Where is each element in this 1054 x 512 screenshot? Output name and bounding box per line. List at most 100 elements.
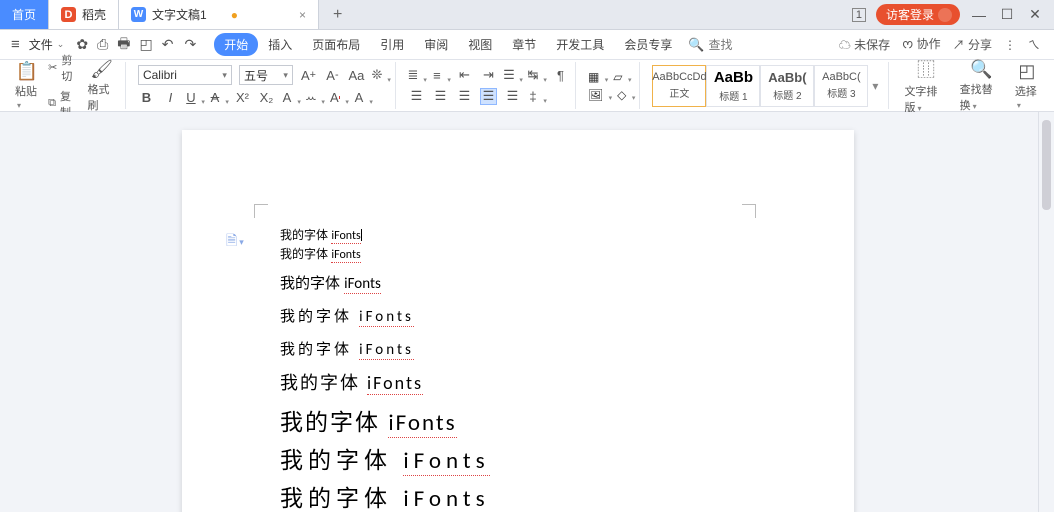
highlight-button[interactable]: ꕀ — [306, 89, 323, 106]
numbering-button[interactable]: ≡ — [432, 67, 449, 84]
window-maximize-button[interactable]: ☐ — [998, 6, 1016, 23]
share-button[interactable]: ↗ 分享 — [953, 36, 992, 53]
shape-button[interactable]: ◇ — [617, 88, 633, 102]
align-right-button[interactable]: ☰ — [456, 88, 473, 105]
login-button[interactable]: 访客登录 — [876, 4, 960, 25]
ribbon-tab-view[interactable]: 视图 — [458, 33, 502, 56]
style-label: 标题 2 — [773, 87, 801, 102]
doc-line: 我的字体 iFonts — [280, 245, 740, 262]
page-tag-icon[interactable]: 🗎▾ — [226, 230, 244, 254]
group-insertquick: ▦ ▱ 🖼 ◇ — [582, 62, 640, 109]
font-color-button[interactable]: A — [330, 89, 347, 106]
image-button[interactable]: 🖼 — [588, 88, 610, 102]
tabstop-button[interactable]: ↹ — [528, 67, 545, 84]
document-page[interactable]: 🗎▾ 我的字体 iFonts 我的字体 iFonts 我的字体 iFonts 我… — [182, 130, 854, 512]
tab-doc-label: 文字文稿1 — [152, 6, 207, 23]
select-button[interactable]: ◰ 选择 — [1012, 61, 1042, 111]
document-content[interactable]: 我的字体 iFonts 我的字体 iFonts 我的字体 iFonts 我的字体… — [280, 226, 740, 512]
borders-button[interactable]: ▦ — [588, 70, 606, 84]
align-center-button[interactable]: ☰ — [432, 88, 449, 105]
style-h1[interactable]: AaBb 标题 1 — [706, 65, 760, 107]
tab-close-icon[interactable]: × — [299, 8, 306, 22]
cut-icon: ✂ — [48, 61, 57, 74]
qa-redo-icon[interactable]: ↷ — [184, 36, 198, 53]
text-layout-icon: ⿲ — [917, 56, 935, 82]
style-h2[interactable]: AaBb( 标题 2 — [760, 65, 814, 107]
format-painter-button[interactable]: 🖌 格式刷 — [85, 59, 119, 113]
qa-print-icon[interactable]: 🖶 — [117, 33, 130, 57]
hamburger-icon[interactable]: ≡ — [8, 36, 23, 53]
select-icon: ◰ — [1018, 61, 1035, 82]
ribbon-tab-insert[interactable]: 插入 — [258, 33, 302, 56]
line-spacing-button[interactable]: ‡ — [528, 88, 545, 105]
ribbon-tab-start[interactable]: 开始 — [214, 33, 258, 56]
tab-shell[interactable]: D 稻壳 — [49, 0, 119, 29]
qa-save-icon[interactable]: ✿ — [76, 36, 88, 53]
superscript-button[interactable]: X² — [234, 89, 251, 106]
underline-button[interactable]: U — [186, 89, 203, 106]
qa-undo-icon[interactable]: ↶ — [162, 36, 176, 53]
find-replace-button[interactable]: 🔍 查找替换 — [957, 59, 1006, 113]
text-layout-button[interactable]: ⿲ 文字排版 — [901, 56, 950, 115]
more-icon[interactable]: ⋮ — [1004, 38, 1016, 52]
text-effects-button[interactable]: A — [282, 89, 299, 106]
new-tab-button[interactable]: + — [319, 0, 356, 29]
shading-button[interactable]: A — [354, 89, 371, 106]
style-h3[interactable]: AaBbC( 标题 3 — [814, 65, 868, 107]
doc-line: 我的字体 iFonts — [280, 403, 740, 437]
ribbon-tab-vip[interactable]: 会员专享 — [614, 33, 682, 56]
outdent-button[interactable]: ⇤ — [456, 67, 473, 84]
font-size-select[interactable]: 五号▾ — [239, 65, 293, 85]
cut-button[interactable]: ✂剪切 — [48, 52, 78, 84]
dirty-indicator-icon: ● — [231, 8, 238, 22]
ribbon-tab-ref[interactable]: 引用 — [370, 33, 414, 56]
bold-button[interactable]: B — [138, 89, 155, 106]
clear-format-icon[interactable]: ❊ — [372, 67, 389, 84]
format-painter-icon: 🖌 — [90, 59, 113, 80]
ribbon-tab-dev[interactable]: 开发工具 — [546, 33, 614, 56]
window-close-button[interactable]: ✕ — [1026, 6, 1044, 23]
style-normal[interactable]: AaBbCcDd 正文 — [652, 65, 706, 107]
align-dist-button[interactable]: ☰ — [504, 88, 521, 105]
menubar-right: ☁ 未保存 ᰔ 协作 ↗ 分享 ⋮ ㄟ — [839, 35, 1046, 54]
showmarks-button[interactable]: ¶ — [552, 67, 569, 84]
grow-font-icon[interactable]: A+ — [300, 67, 317, 84]
tab-document[interactable]: W 文字文稿1 ● × — [119, 0, 319, 29]
qa-open-icon[interactable]: ⎙ — [97, 36, 108, 53]
window-number-badge: 1 — [852, 8, 866, 22]
collab-button[interactable]: ᰔ 协作 — [902, 35, 941, 54]
file-menu[interactable]: 文件 ⌄ — [25, 36, 69, 53]
table-button[interactable]: ▱ — [613, 70, 629, 84]
align-left-button[interactable]: ☰ — [408, 88, 425, 105]
italic-button[interactable]: I — [162, 89, 179, 106]
strike-button[interactable]: A — [210, 89, 227, 106]
ribbon-tab-section[interactable]: 章节 — [502, 33, 546, 56]
group-styles: AaBbCcDd 正文 AaBb 标题 1 AaBb( 标题 2 AaBbC( … — [646, 62, 889, 109]
indent-button[interactable]: ⇥ — [480, 67, 497, 84]
paste-button[interactable]: 📋 粘贴 — [12, 61, 42, 111]
window-minimize-button[interactable]: — — [970, 7, 988, 23]
vertical-scrollbar[interactable] — [1038, 112, 1054, 512]
search-button[interactable]: 🔍 查找 — [688, 36, 732, 53]
doc-line: 我的字体 iFonts — [280, 479, 740, 512]
chevron-down-icon: ⌄ — [57, 39, 65, 50]
shrink-font-icon[interactable]: A- — [324, 67, 341, 84]
ribbon-tab-layout[interactable]: 页面布局 — [302, 33, 370, 56]
subscript-button[interactable]: X₂ — [258, 89, 275, 106]
bullets-button[interactable]: ≣ — [408, 67, 425, 84]
tab-home[interactable]: 首页 — [0, 0, 49, 29]
ribbon-tab-review[interactable]: 审阅 — [414, 33, 458, 56]
text-cursor — [361, 229, 362, 241]
collapse-ribbon-icon[interactable]: ㄟ — [1028, 36, 1040, 53]
group-tools: ⿲ 文字排版 🔍 查找替换 ◰ 选择 — [895, 62, 1048, 109]
styles-more-icon[interactable]: ▾ — [868, 79, 882, 93]
style-preview: AaBbC( — [822, 71, 861, 83]
font-name-select[interactable]: Calibri▾ — [138, 65, 232, 85]
change-case-icon[interactable]: Aa — [348, 67, 365, 84]
unsaved-indicator[interactable]: ☁ 未保存 — [839, 36, 890, 53]
qa-preview-icon[interactable]: ◰ — [139, 36, 152, 53]
scrollbar-thumb[interactable] — [1042, 120, 1051, 210]
style-preview: AaBb — [714, 69, 753, 86]
sort-button[interactable]: ☰ — [504, 67, 521, 84]
align-justify-button[interactable]: ☰ — [480, 88, 497, 105]
